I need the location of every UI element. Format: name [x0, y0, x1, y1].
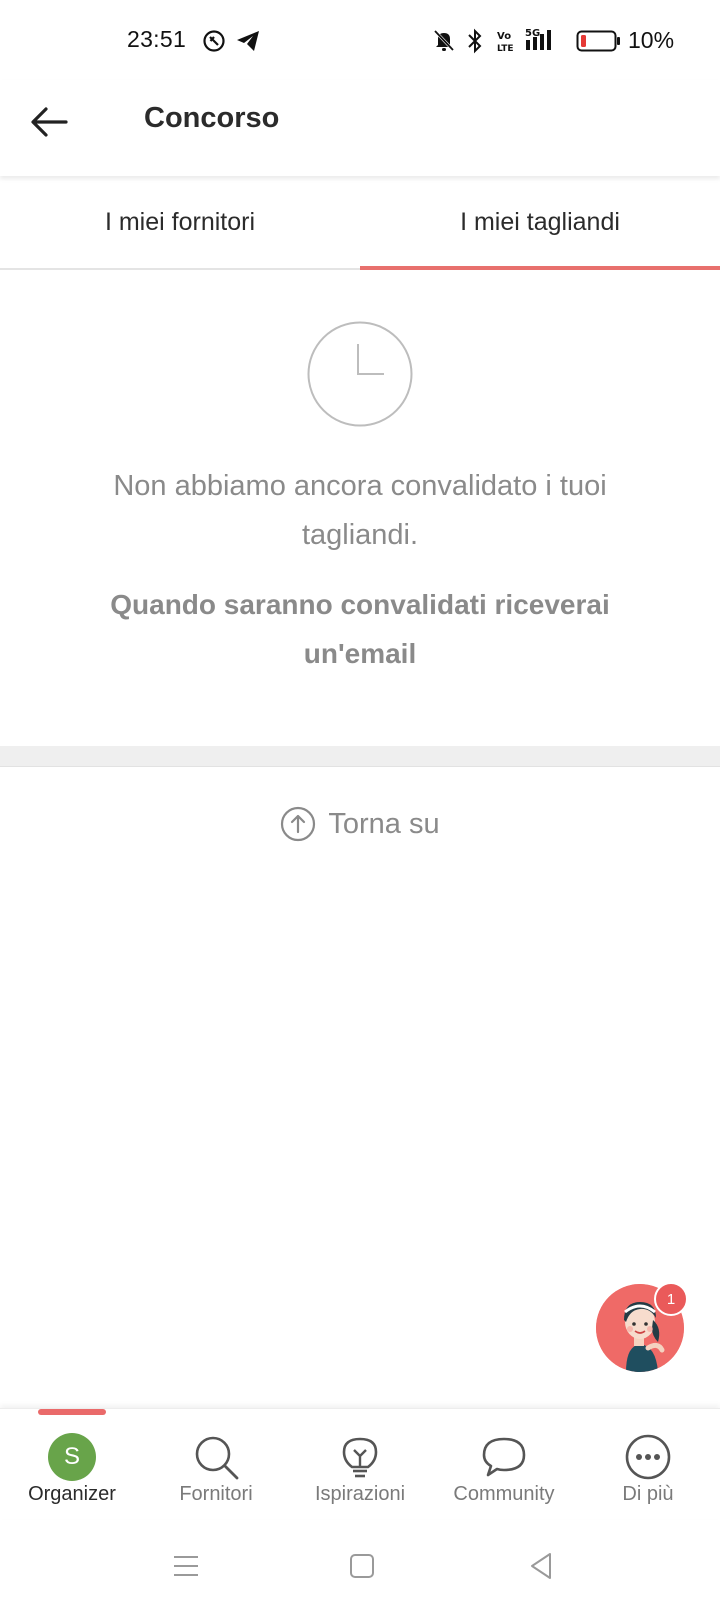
nav-item-more[interactable]: Di più: [576, 1409, 720, 1519]
nav-label: Organizer: [28, 1483, 116, 1505]
tab-bar: I miei fornitori I miei tagliandi: [0, 176, 720, 270]
nav-label: Fornitori: [179, 1483, 253, 1505]
back-to-top-button[interactable]: Torna su: [0, 800, 720, 848]
status-bar: 23:51 Vo LTE 5G 10%: [0, 0, 720, 80]
active-tab-indicator: [360, 266, 720, 270]
signal-5g-icon: 5G: [525, 28, 551, 50]
clock-icon: [307, 321, 413, 427]
battery-icon: [576, 30, 620, 52]
status-time: 23:51: [127, 26, 187, 52]
active-nav-indicator: [38, 1409, 106, 1415]
nav-item-inspirations[interactable]: Ispirazioni: [288, 1409, 432, 1519]
mute-icon: [433, 29, 455, 52]
nav-label: Di più: [622, 1483, 674, 1505]
system-navigation-bar: [0, 1518, 720, 1608]
nav-item-organizer[interactable]: S Organizer: [0, 1409, 144, 1519]
empty-state-note: Quando saranno convalidati riceverai un'…: [110, 589, 610, 669]
whatsapp-icon: [203, 30, 225, 52]
svg-text:Vo: Vo: [497, 31, 511, 42]
back-triangle-icon[interactable]: [522, 1546, 562, 1586]
back-to-top-label: Torna su: [328, 807, 440, 840]
tab-label: I miei fornitori: [104, 207, 256, 236]
nav-label: Ispirazioni: [314, 1483, 406, 1505]
svg-text:5G: 5G: [525, 28, 540, 39]
page-title: Concorso: [144, 102, 280, 134]
telegram-icon: [237, 31, 259, 51]
bluetooth-icon: [468, 28, 482, 54]
menu-icon[interactable]: [166, 1546, 206, 1586]
notification-badge: 1: [654, 1282, 688, 1316]
chat-bubble-icon: [482, 1437, 526, 1477]
more-icon: [625, 1434, 671, 1480]
lightbulb-icon: [342, 1437, 378, 1478]
home-icon[interactable]: [342, 1546, 382, 1586]
arrow-up-circle-icon: [281, 806, 316, 842]
arrow-left-icon: [31, 107, 68, 137]
tab-my-suppliers[interactable]: I miei fornitori: [0, 176, 360, 268]
section-divider: [0, 746, 720, 767]
search-icon: [195, 1436, 239, 1480]
svg-text:LTE: LTE: [497, 44, 514, 53]
app-header: Concorso: [0, 80, 720, 176]
tab-my-coupons[interactable]: I miei tagliandi: [360, 176, 720, 268]
avatar: S: [48, 1433, 96, 1481]
nav-item-community[interactable]: Community: [432, 1409, 576, 1519]
nav-label: Community: [453, 1483, 555, 1505]
empty-state-message: Non abbiamo ancora convalidato i tuoi ta…: [113, 470, 607, 551]
back-button[interactable]: [26, 98, 74, 146]
nav-item-suppliers[interactable]: Fornitori: [144, 1409, 288, 1519]
battery-percentage: 10%: [628, 27, 675, 53]
tab-label: I miei tagliandi: [460, 207, 620, 236]
volte-icon: Vo LTE: [497, 31, 514, 53]
bottom-navigation: S Organizer Fornitori Ispirazioni Commun…: [0, 1408, 720, 1519]
